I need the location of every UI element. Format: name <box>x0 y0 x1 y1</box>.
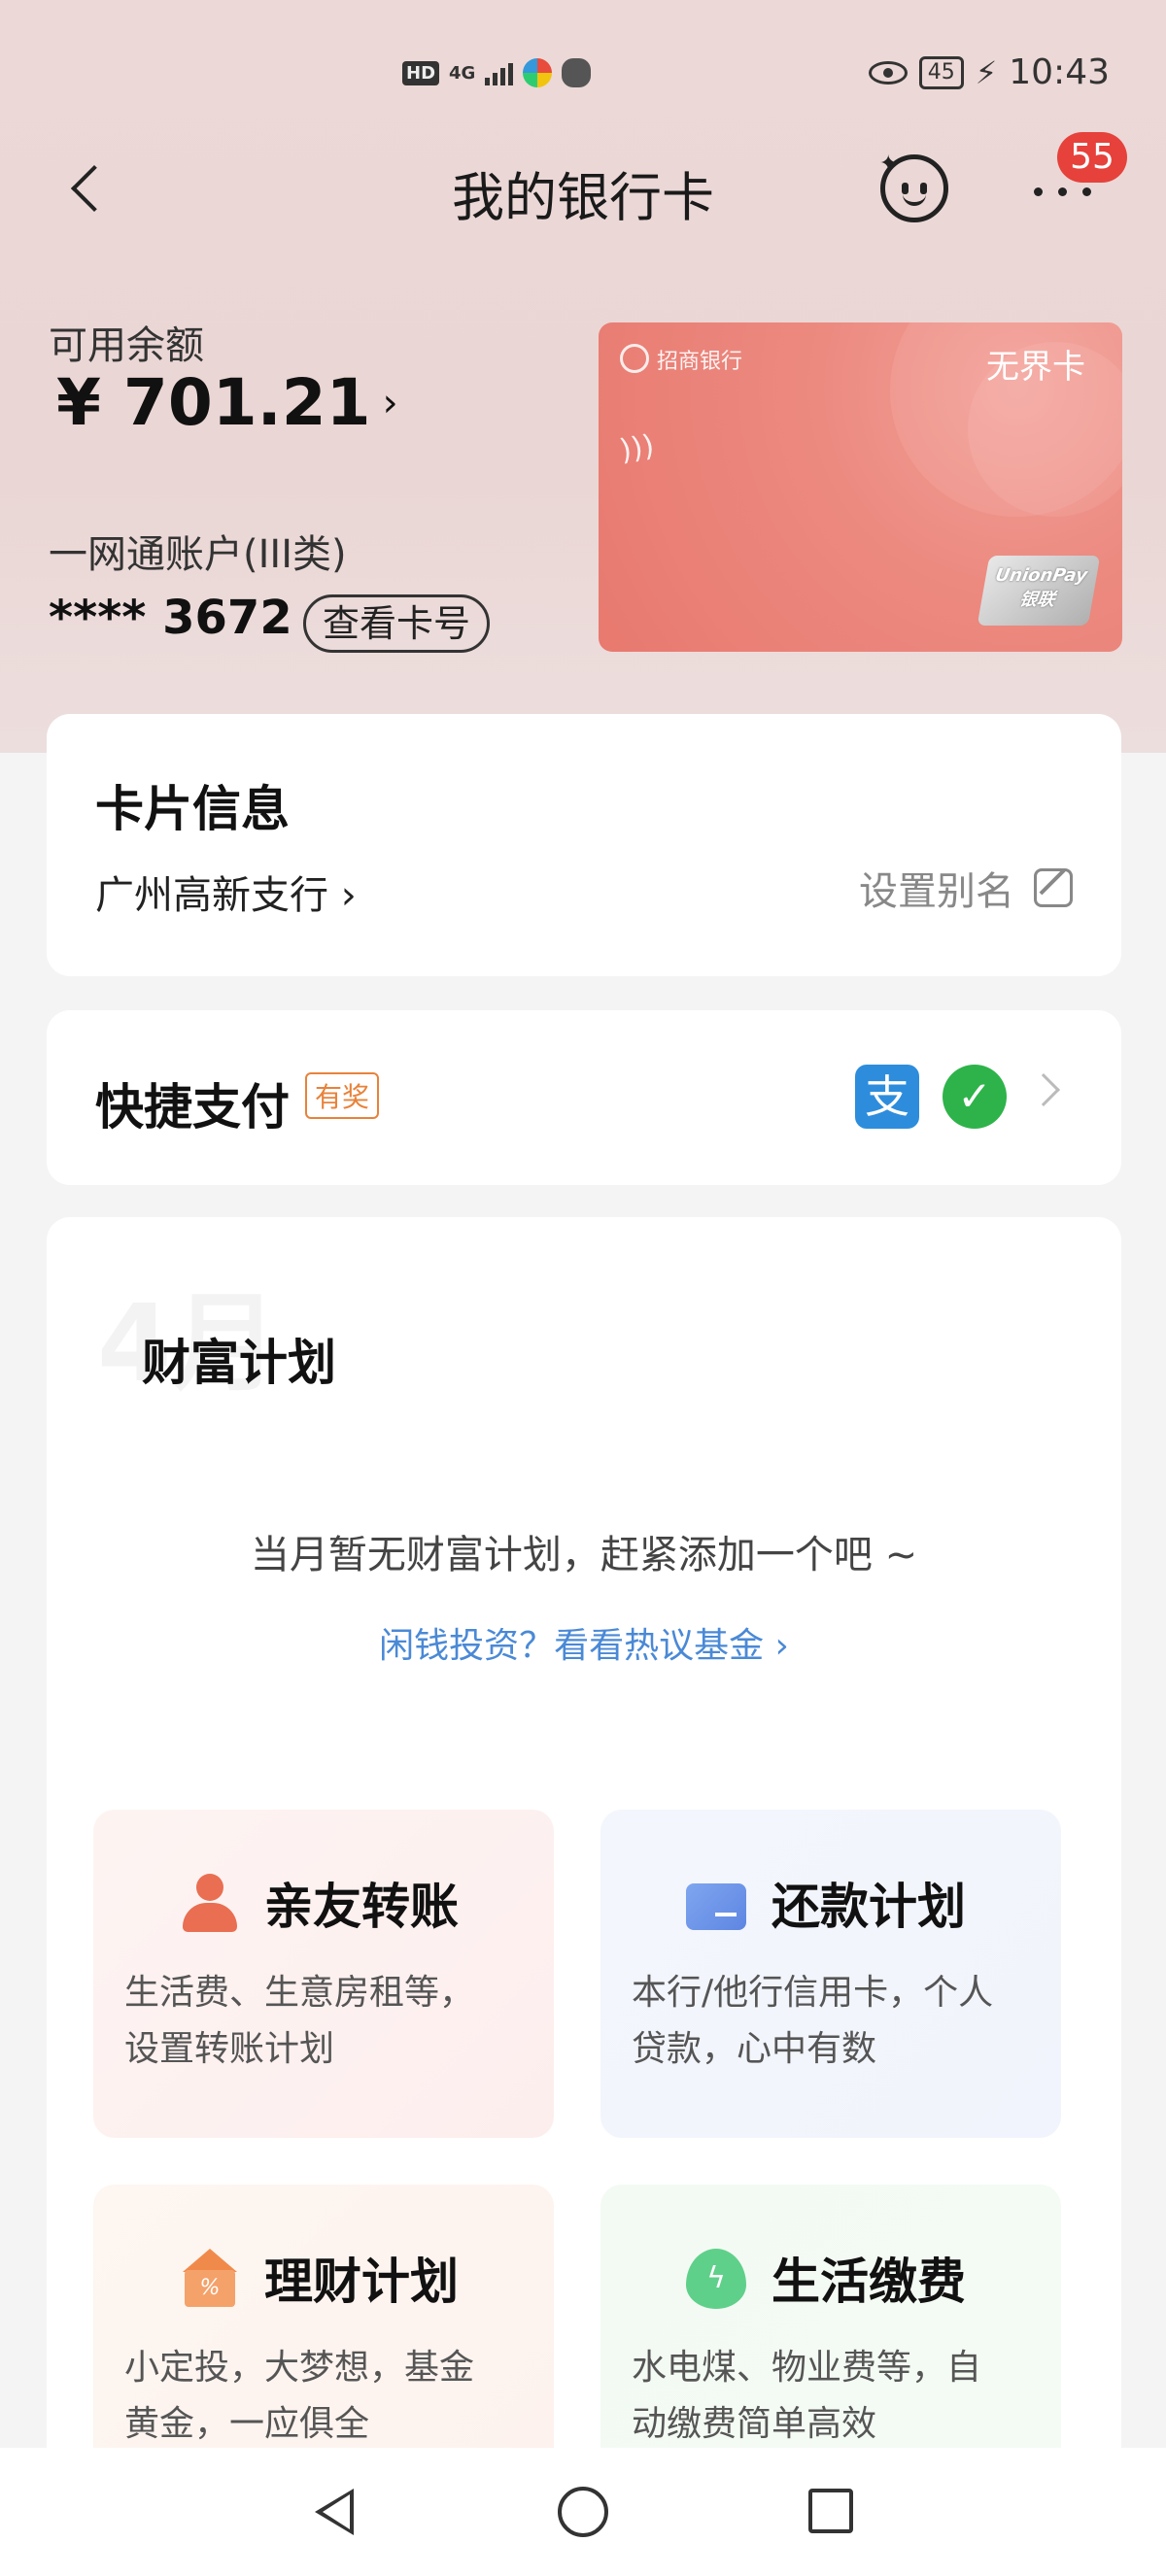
feature-desc: 水电煤、物业费等，自 动缴费简单高效 <box>632 2348 982 2444</box>
investment-house-icon: % <box>179 2249 239 2309</box>
battery-icon: 45 <box>918 55 964 89</box>
app-header: 我的银行卡 ✦ <box>0 141 1166 238</box>
chevron-right-icon: › <box>774 1626 789 1666</box>
branch-link[interactable]: 广州高新支行 › <box>95 864 357 920</box>
feature-title: 理财计划 <box>264 2254 459 2310</box>
quick-pay-row[interactable]: 快捷支付 有奖 支 ✓ <box>47 1010 1121 1185</box>
utility-leaf-icon: ϟ <box>686 2249 746 2309</box>
wechat-notification-icon <box>562 58 592 87</box>
clock: 10:43 <box>1009 52 1110 92</box>
set-alias-label: 设置别名 <box>859 869 1014 914</box>
person-icon <box>179 1874 239 1934</box>
bank-card-image[interactable]: 招商银行 无界卡 ))) UnionPay 银联 <box>599 322 1122 652</box>
card-bank-name: 招商银行 <box>657 350 743 374</box>
feature-friend-transfer[interactable]: 亲友转账 生活费、生意房租等， 设置转账计划 <box>93 1810 554 2138</box>
view-card-number-button[interactable]: 查看卡号 <box>303 594 490 653</box>
account-type: 一网通账户(III类) <box>49 532 347 577</box>
feature-desc: 生活费、生意房租等， 设置转账计划 <box>124 1973 475 2069</box>
notification-badge: 55 <box>1057 132 1127 183</box>
fund-link-label: 闲钱投资？看看热议基金 <box>379 1626 765 1666</box>
reward-tag: 有奖 <box>305 1072 380 1119</box>
status-bar: HD 4G 45 ⚡ 10:43 <box>0 47 1166 111</box>
feature-title: 生活缴费 <box>772 2254 966 2310</box>
balance-label: 可用余额 <box>49 323 204 368</box>
status-left: HD 4G <box>402 58 592 87</box>
card-tier: 无界卡 <box>986 348 1085 387</box>
wealth-plan-title: 财富计划 <box>142 1335 336 1391</box>
set-alias-button[interactable]: 设置别名 <box>859 860 1073 916</box>
alipay-icon: 支 <box>855 1065 919 1129</box>
card-info-panel: 卡片信息 广州高新支行 › 设置别名 <box>47 714 1121 976</box>
status-right: 45 ⚡ 10:43 <box>868 52 1110 92</box>
edit-icon <box>1034 868 1073 907</box>
app-notification-icon <box>523 58 553 87</box>
chevron-right-icon: › <box>382 380 398 425</box>
hd-icon: HD <box>402 60 440 85</box>
feature-title: 亲友转账 <box>264 1879 459 1935</box>
nav-recents-icon[interactable] <box>808 2489 853 2533</box>
network-type: 4G <box>449 62 476 84</box>
quick-pay-title: 快捷支付 <box>95 1079 290 1135</box>
page-title: 我的银行卡 <box>452 167 714 228</box>
bank-logo-icon <box>620 344 649 373</box>
feature-desc: 小定投，大梦想，基金 黄金，一应俱全 <box>124 2348 475 2444</box>
nav-home-icon[interactable] <box>558 2487 608 2537</box>
chevron-right-icon <box>1027 1073 1060 1106</box>
masked-card-number: **** 3672 <box>49 591 292 645</box>
system-nav-bar <box>0 2448 1166 2576</box>
feature-title: 还款计划 <box>772 1879 966 1935</box>
card-info-title: 卡片信息 <box>95 781 290 837</box>
fund-link[interactable]: 闲钱投资？看看热议基金 › <box>47 1617 1121 1668</box>
signal-icon <box>485 60 514 85</box>
feature-repayment-plan[interactable]: 还款计划 本行/他行信用卡，个人 贷款，心中有数 <box>600 1810 1061 2138</box>
contactless-icon: ))) <box>617 428 657 468</box>
credit-card-icon <box>686 1883 746 1930</box>
branch-name: 广州高新支行 <box>95 873 328 918</box>
wechat-pay-icon: ✓ <box>943 1065 1007 1129</box>
wealth-plan-panel: 4月 财富计划 当月暂无财富计划，赶紧添加一个吧 ~ 闲钱投资？看看热议基金 ›… <box>47 1217 1121 2576</box>
charging-icon: ⚡ <box>975 53 998 91</box>
unionpay-logo: UnionPay 银联 <box>977 556 1101 626</box>
empty-state-text: 当月暂无财富计划，赶紧添加一个吧 ~ <box>250 1533 918 1577</box>
assistant-robot-icon[interactable]: ✦ <box>879 152 948 222</box>
feature-desc: 本行/他行信用卡，个人 贷款，心中有数 <box>632 1973 994 2069</box>
balance-amount: ¥ 701.21 <box>56 365 371 440</box>
nav-back-icon[interactable] <box>315 2489 354 2535</box>
balance-amount-link[interactable]: ¥ 701.21 › <box>56 365 398 440</box>
eye-comfort-icon <box>868 60 908 85</box>
chevron-right-icon: › <box>340 873 357 918</box>
